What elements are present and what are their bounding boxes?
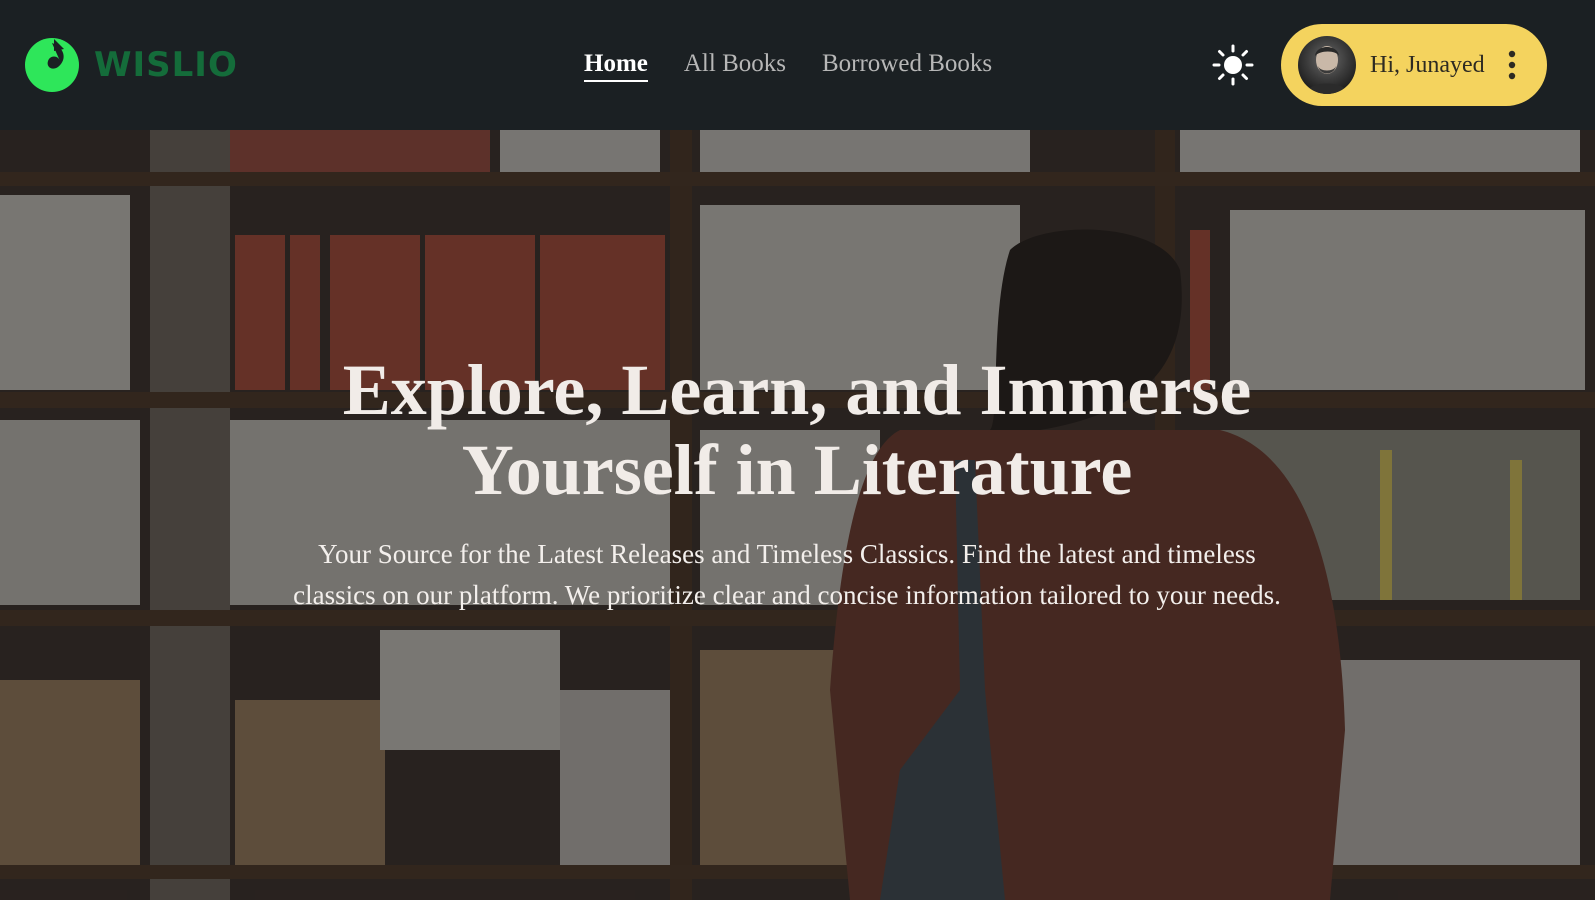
main-nav: Home All Books Borrowed Books <box>584 48 992 82</box>
nav-borrowed-books[interactable]: Borrowed Books <box>822 48 992 82</box>
hero-subtitle: Your Source for the Latest Releases and … <box>293 539 1281 610</box>
nav-home[interactable]: Home <box>584 48 648 82</box>
top-navbar: WISLIO Home All Books Borrowed Books Hi,… <box>0 0 1595 130</box>
nav-all-books[interactable]: All Books <box>684 48 786 82</box>
hero-title: Explore, Learn, and Immerse Yourself in … <box>197 350 1397 510</box>
leaf-logo-icon <box>25 38 79 92</box>
hero-dark-overlay <box>0 130 1595 900</box>
user-avatar-icon <box>1306 46 1348 94</box>
sun-icon[interactable] <box>1212 44 1254 86</box>
brand-name: WISLIO <box>94 45 238 85</box>
kebab-icon[interactable] <box>1503 50 1521 80</box>
hero-section: Explore, Learn, and Immerse Yourself in … <box>0 130 1595 900</box>
avatar[interactable] <box>1298 36 1356 94</box>
hero-title-line-1: Explore, Learn, and Immerse <box>342 350 1252 430</box>
brand-logo[interactable]: WISLIO <box>24 37 238 93</box>
hero-title-line-2: Yourself in Literature <box>461 430 1133 510</box>
user-greeting: Hi, Junayed <box>1370 52 1485 78</box>
user-menu-button[interactable]: Hi, Junayed <box>1281 24 1547 106</box>
